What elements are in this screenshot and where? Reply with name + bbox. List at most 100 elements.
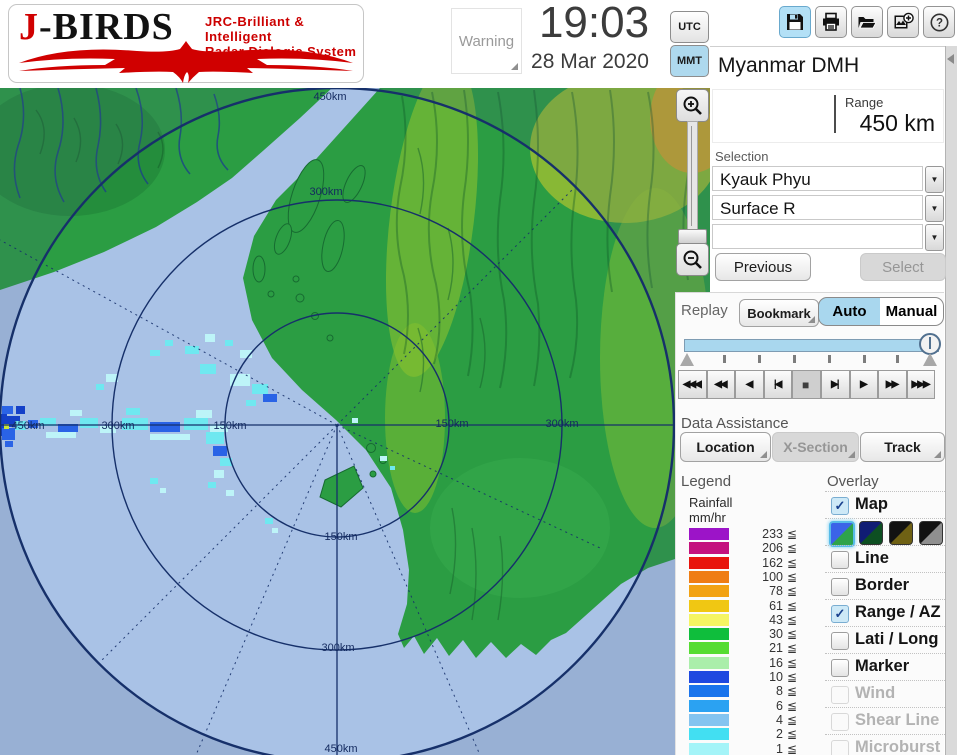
checkbox [831, 686, 849, 704]
checkbox[interactable] [831, 632, 849, 650]
legend-value: 1 [731, 742, 783, 755]
legend-value: 233 [731, 527, 783, 541]
timezone-mmt-button[interactable]: MMT [670, 45, 709, 77]
legend-color-swatch [689, 743, 729, 755]
legend-value: 162 [731, 556, 783, 570]
legend-comparator: ≦ [787, 727, 797, 741]
legend-color-swatch [689, 557, 729, 569]
legend-color-swatch [689, 685, 729, 697]
station-name: Myanmar DMH [718, 54, 859, 78]
jbirds-logo: J-BIRDS JRC-Brilliant & Intelligent Rada… [8, 4, 364, 83]
checkbox[interactable] [831, 578, 849, 596]
map-style-swatch[interactable] [889, 521, 913, 545]
product-dropdown-button[interactable]: ▼ [925, 195, 944, 222]
fastest-forward-button[interactable]: ▶▶▶ [907, 370, 936, 399]
distance-label: 300km [309, 186, 342, 198]
auto-mode-button[interactable]: Auto [818, 297, 881, 326]
zoom-slider-handle[interactable] [678, 229, 707, 244]
legend-comparator: ≦ [787, 541, 797, 555]
range-label: Range [845, 95, 883, 110]
fast-forward-button[interactable]: ▶▶ [878, 370, 907, 399]
control-panel-top: Myanmar DMH Range 450 km Selection Kyauk… [710, 46, 945, 293]
legend-color-swatch [689, 628, 729, 640]
open-folder-button[interactable] [851, 6, 883, 38]
add-image-button[interactable] [887, 6, 919, 38]
legend-color-swatch [689, 542, 729, 554]
extra-dropdown-value[interactable] [712, 224, 923, 249]
legend-comparator: ≦ [787, 713, 797, 727]
legend-row: 100≦ [689, 570, 809, 584]
legend-row: 10≦ [689, 670, 809, 684]
overlay-label: Overlay [827, 473, 879, 490]
checkbox[interactable] [831, 659, 849, 677]
fast-rewind-button[interactable]: ◀◀ [707, 370, 736, 399]
range-value: 450 km [860, 110, 935, 137]
previous-button[interactable]: Previous [715, 253, 811, 281]
replay-label: Replay [681, 302, 728, 319]
warning-label: Warning [459, 33, 514, 50]
bookmark-button[interactable]: Bookmark [739, 299, 819, 327]
select-button[interactable]: Select [860, 253, 946, 281]
product-dropdown-value[interactable]: Surface R [712, 195, 923, 220]
legend-value: 206 [731, 541, 783, 555]
legend-comparator: ≦ [787, 584, 797, 598]
overlay-item-range-az: ✓Range / AZ [825, 599, 945, 627]
site-dropdown-value[interactable]: Kyauk Phyu [712, 166, 923, 191]
legend-color-swatch [689, 600, 729, 612]
fastest-rewind-button[interactable]: ◀◀◀ [678, 370, 707, 399]
step-back-button[interactable]: |◀ [764, 370, 793, 399]
timezone-utc-button[interactable]: UTC [670, 11, 709, 43]
map-style-swatch[interactable] [859, 521, 883, 545]
zoom-slider-track[interactable] [687, 121, 698, 233]
overlay-item-label: Line [855, 549, 889, 568]
legend-row: 21≦ [689, 641, 809, 655]
divider [834, 95, 836, 133]
slider-start-marker [680, 353, 694, 366]
distance-label: 150km [324, 531, 357, 543]
stop-button[interactable]: ■ [792, 370, 821, 399]
legend-value: 21 [731, 641, 783, 655]
save-button[interactable] [779, 6, 811, 38]
play-reverse-button[interactable]: ◀ [735, 370, 764, 399]
checkbox[interactable]: ✓ [831, 497, 849, 515]
track-button[interactable]: Track [860, 432, 945, 462]
checkbox[interactable]: ✓ [831, 605, 849, 623]
legend-row: 4≦ [689, 713, 809, 727]
slider-end-marker [923, 353, 937, 366]
print-button[interactable] [815, 6, 847, 38]
legend-color-swatch [689, 657, 729, 669]
play-button[interactable]: ▶ [850, 370, 879, 399]
slider-tick [828, 355, 831, 363]
location-button[interactable]: Location [680, 432, 771, 462]
distance-label: 300km [321, 642, 354, 654]
selection-label: Selection [715, 149, 768, 164]
playback-controls: ◀◀◀◀◀◀|◀■▶|▶▶▶▶▶▶ [678, 370, 935, 399]
overlay-item-label: Microburst [855, 738, 940, 755]
extra-dropdown-button[interactable]: ▼ [925, 224, 944, 251]
x-section-button[interactable]: X-Section [772, 432, 859, 462]
replay-slider-handle[interactable] [919, 333, 941, 355]
site-dropdown-button[interactable]: ▼ [925, 166, 944, 193]
legend-value: 6 [731, 699, 783, 713]
legend-row: 61≦ [689, 599, 809, 613]
map-style-swatch[interactable] [829, 521, 855, 547]
help-button[interactable]: ? [923, 6, 955, 38]
checkbox[interactable] [831, 551, 849, 569]
legend-row: 162≦ [689, 556, 809, 570]
slider-tick [896, 355, 899, 363]
chevron-down-icon: ▼ [931, 233, 939, 242]
distance-label: 450km [313, 91, 346, 103]
manual-mode-button[interactable]: Manual [880, 297, 944, 326]
panel-splitter[interactable] [945, 46, 957, 755]
overlay-item-border: Border [825, 572, 945, 600]
step-forward-button[interactable]: ▶| [821, 370, 850, 399]
legend-value: 100 [731, 570, 783, 584]
map-style-swatch[interactable] [919, 521, 943, 545]
zoom-in-button[interactable] [676, 89, 709, 122]
zoom-out-button[interactable] [676, 243, 709, 276]
replay-slider-track[interactable] [684, 339, 939, 352]
overlay-item-marker: Marker [825, 653, 945, 681]
legend-comparator: ≦ [787, 699, 797, 713]
eagle-icon [17, 41, 355, 83]
radar-map[interactable]: 450km300km150km150km300km450km300km150km… [0, 88, 710, 755]
